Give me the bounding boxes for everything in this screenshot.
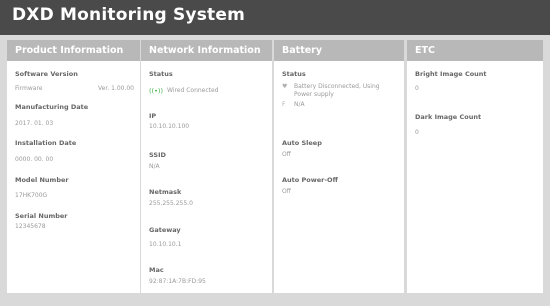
manufacturing-date-value: 2017. 01. 03 bbox=[15, 120, 54, 127]
auto-power-off-field: Auto Power-Off Off bbox=[282, 176, 398, 195]
model-number-value: 17HK700G bbox=[15, 192, 48, 199]
gateway-value: 10.10.10.1 bbox=[149, 241, 182, 248]
firmware-value: Ver. 1.00.00 bbox=[98, 85, 134, 92]
installation-date-field: Installation Date 0000. 00. 00 bbox=[15, 139, 134, 163]
dark-image-count-label: Dark Image Count bbox=[415, 113, 482, 121]
battery-icon: Ϝ bbox=[282, 101, 286, 108]
software-version-label: Software Version bbox=[15, 70, 78, 78]
battery-status-value: Battery Disconnected, Using Power supply bbox=[294, 83, 380, 98]
auto-sleep-value: Off bbox=[282, 151, 291, 158]
installation-date-label: Installation Date bbox=[15, 139, 77, 147]
model-number-label: Model Number bbox=[15, 176, 69, 184]
bright-image-count-label: Bright Image Count bbox=[415, 70, 487, 78]
ssid-label: SSID bbox=[149, 151, 166, 159]
firmware-row: Firmware Ver. 1.00.00 bbox=[15, 85, 134, 92]
battery-heading: Battery bbox=[274, 40, 404, 61]
netmask-label: Netmask bbox=[149, 188, 182, 196]
battery-panel: Battery Status ♥ Battery Disconnected, U… bbox=[274, 40, 404, 293]
auto-power-off-value: Off bbox=[282, 188, 291, 195]
etc-panel: ETC Bright Image Count 0 Dark Image Coun… bbox=[407, 40, 543, 293]
software-version-field: Software Version Firmware Ver. 1.00.00 bbox=[15, 70, 134, 92]
mac-label: Mac bbox=[149, 266, 164, 274]
network-information-heading: Network Information bbox=[141, 40, 272, 61]
ssid-value: N/A bbox=[149, 163, 160, 170]
auto-power-off-label: Auto Power-Off bbox=[282, 176, 338, 184]
battery-status-label: Status bbox=[282, 70, 306, 78]
manufacturing-date-field: Manufacturing Date 2017. 01. 03 bbox=[15, 103, 134, 127]
netmask-value: 255.255.255.0 bbox=[149, 200, 193, 207]
battery-level-row: Ϝ N/A bbox=[282, 101, 398, 109]
network-information-panel: Network Information Status ((•)) Wired C… bbox=[141, 40, 272, 293]
auto-sleep-label: Auto Sleep bbox=[282, 139, 322, 147]
network-status-row: ((•)) Wired Connected bbox=[149, 87, 266, 95]
mac-value: 92:87:1A:7B:FD:95 bbox=[149, 278, 206, 285]
bright-image-count-value: 0 bbox=[415, 85, 419, 92]
etc-heading: ETC bbox=[407, 40, 543, 61]
battery-status-row: ♥ Battery Disconnected, Using Power supp… bbox=[282, 83, 398, 99]
power-plug-icon: ♥ bbox=[282, 83, 288, 90]
mac-field: Mac 92:87:1A:7B:FD:95 bbox=[149, 266, 266, 285]
dark-image-count-value: 0 bbox=[415, 129, 419, 136]
product-information-heading: Product Information bbox=[7, 40, 140, 61]
serial-number-value: 12345678 bbox=[15, 223, 46, 230]
network-status-label: Status bbox=[149, 70, 173, 78]
installation-date-value: 0000. 00. 00 bbox=[15, 156, 54, 163]
product-information-panel: Product Information Software Version Fir… bbox=[7, 40, 140, 293]
battery-status-field: Status ♥ Battery Disconnected, Using Pow… bbox=[282, 70, 398, 109]
firmware-label: Firmware bbox=[15, 85, 43, 92]
dark-image-count-field: Dark Image Count 0 bbox=[415, 113, 537, 136]
battery-level-value: N/A bbox=[294, 101, 305, 108]
ip-value: 10.10.10.100 bbox=[149, 123, 190, 130]
serial-number-field: Serial Number 12345678 bbox=[15, 212, 134, 230]
auto-sleep-field: Auto Sleep Off bbox=[282, 139, 398, 158]
ssid-field: SSID N/A bbox=[149, 151, 266, 170]
network-status-field: Status ((•)) Wired Connected bbox=[149, 70, 266, 95]
wired-connected-icon: ((•)) bbox=[149, 87, 163, 95]
ip-label: IP bbox=[149, 112, 157, 120]
bright-image-count-field: Bright Image Count 0 bbox=[415, 70, 537, 92]
network-status-value: Wired Connected bbox=[167, 87, 219, 94]
app-header: DXD Monitoring System bbox=[0, 0, 550, 35]
ip-field: IP 10.10.10.100 bbox=[149, 112, 266, 130]
app-title: DXD Monitoring System bbox=[12, 5, 245, 25]
manufacturing-date-label: Manufacturing Date bbox=[15, 103, 89, 111]
model-number-field: Model Number 17HK700G bbox=[15, 176, 134, 199]
gateway-label: Gateway bbox=[149, 226, 181, 234]
gateway-field: Gateway 10.10.10.1 bbox=[149, 226, 266, 248]
netmask-field: Netmask 255.255.255.0 bbox=[149, 188, 266, 207]
serial-number-label: Serial Number bbox=[15, 212, 68, 220]
